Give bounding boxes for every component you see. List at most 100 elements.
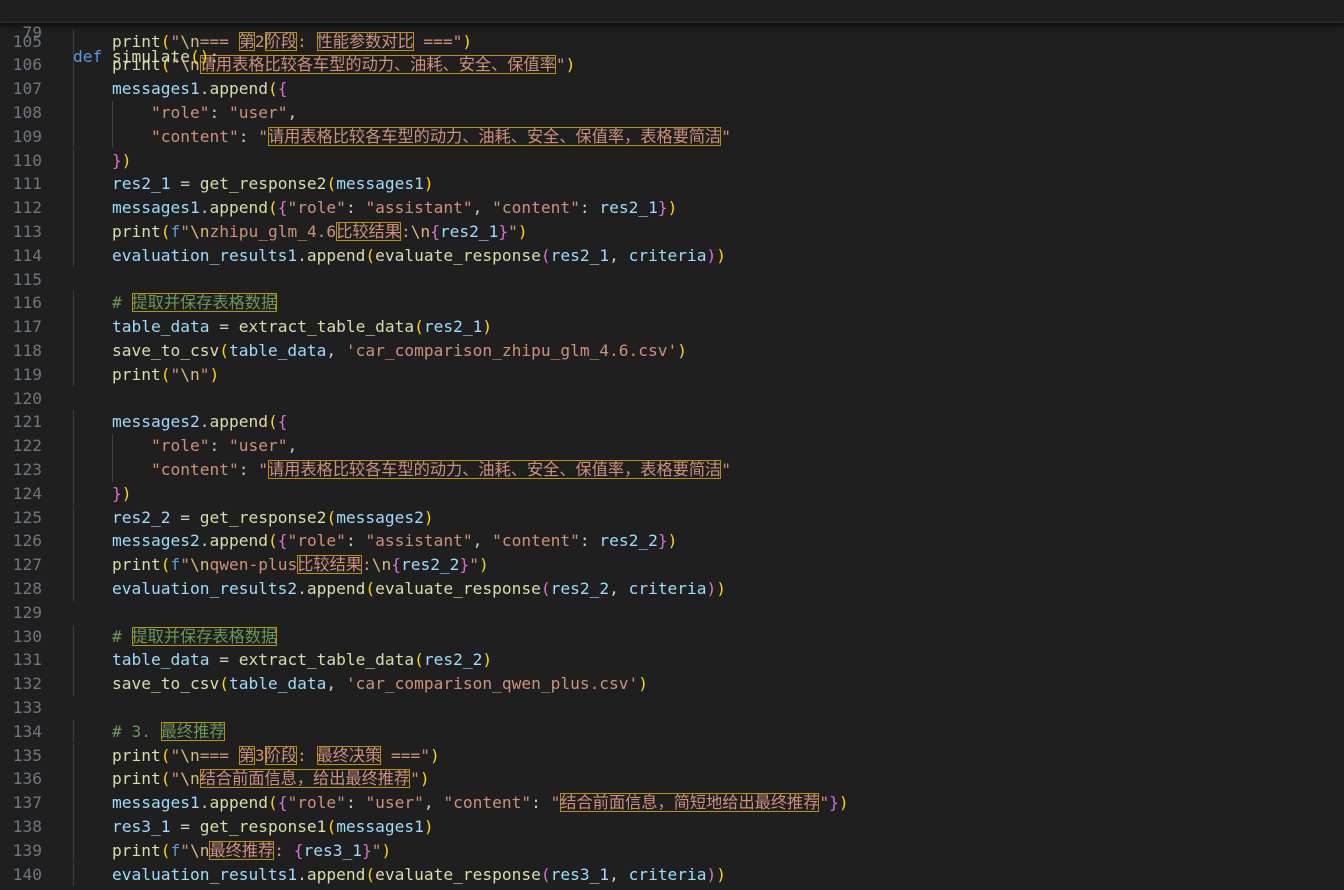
code-line[interactable]: 118 save_to_csv(table_data, 'car_compari… — [0, 338, 1344, 363]
code-text[interactable]: save_to_csv(table_data, 'car_comparison_… — [73, 672, 648, 696]
line-number: 130 — [12, 626, 42, 646]
line-number: 122 — [12, 436, 42, 456]
code-line[interactable]: 128 evaluation_results2.append(evaluate_… — [0, 576, 1344, 601]
code-line[interactable]: 119 print("\n") — [0, 362, 1344, 387]
code-text[interactable]: evaluation_results2.append(evaluate_resp… — [73, 577, 726, 601]
code-line[interactable]: 120 — [0, 387, 1344, 411]
code-line[interactable]: 114 evaluation_results1.append(evaluate_… — [0, 243, 1344, 268]
line-number: 111 — [12, 174, 42, 194]
code-line[interactable]: 138 res3_1 = get_response1(messages1) — [0, 814, 1344, 839]
code-text[interactable]: # 提取并保存表格数据 — [73, 625, 278, 649]
line-number: 115 — [12, 269, 42, 289]
code-text[interactable]: "role": "user", — [73, 101, 297, 125]
line-number: 126 — [12, 531, 42, 551]
code-text[interactable]: "content": "请用表格比较各车型的动力、油耗、安全、保值率，表格要简洁… — [73, 125, 731, 149]
code-text[interactable]: table_data = extract_table_data(res2_2) — [73, 648, 492, 672]
code-line[interactable]: 132 save_to_csv(table_data, 'car_compari… — [0, 672, 1344, 696]
code-text[interactable]: print("\n=== 第3阶段: 最终决策 ===") — [73, 744, 440, 768]
code-text[interactable]: res2_2 = get_response2(messages2) — [73, 506, 434, 530]
code-line[interactable]: 139 print(f"\n最终推荐: {res3_1}") — [0, 838, 1344, 863]
code-text[interactable]: print(f"\n最终推荐: {res3_1}") — [73, 839, 391, 863]
code-line[interactable]: 110 }) — [0, 148, 1344, 173]
code-line[interactable]: 115 — [0, 268, 1344, 292]
code-text[interactable]: "content": "请用表格比较各车型的动力、油耗、安全、保值率，表格要简洁… — [73, 458, 731, 482]
line-number: 120 — [12, 388, 42, 408]
sticky-scroll-header[interactable]: 79 def simulate(): — [0, 0, 1344, 66]
line-number: 138 — [12, 816, 42, 836]
code-text[interactable]: def simulate(): — [73, 45, 219, 69]
line-number: 140 — [12, 864, 42, 884]
line-number: 127 — [12, 555, 42, 575]
code-text[interactable]: messages1.append({"role": "user", "conte… — [73, 791, 849, 815]
line-number: 133 — [12, 697, 42, 717]
line-number: 118 — [12, 340, 42, 360]
code-text[interactable]: messages2.append({"role": "assistant", "… — [73, 529, 677, 553]
code-text[interactable]: print(f"\nzhipu_glm_4.6比较结果:\n{res2_1}") — [73, 220, 528, 244]
code-editor[interactable]: 79 def simulate(): 105 print("\n=== 第2阶段… — [0, 0, 1344, 890]
code-text[interactable]: evaluation_results1.append(evaluate_resp… — [73, 244, 726, 268]
line-number: 119 — [12, 364, 42, 384]
line-number: 129 — [12, 602, 42, 622]
code-line[interactable]: 123 "content": "请用表格比较各车型的动力、油耗、安全、保值率，表… — [0, 457, 1344, 482]
line-number: 125 — [12, 507, 42, 527]
code-text[interactable]: }) — [73, 149, 132, 173]
code-line[interactable]: 134 # 3. 最终推荐 — [0, 719, 1344, 744]
code-line[interactable]: 133 — [0, 696, 1344, 720]
code-text[interactable]: "role": "user", — [73, 434, 297, 458]
code-text[interactable]: print(f"\nqwen-plus比较结果:\n{res2_2}") — [73, 553, 489, 577]
code-text[interactable]: print("\n") — [73, 363, 219, 387]
code-line[interactable]: 140 evaluation_results1.append(evaluate_… — [0, 862, 1344, 887]
line-number: 131 — [12, 650, 42, 670]
line-number: 137 — [12, 793, 42, 813]
code-text[interactable]: evaluation_results1.append(evaluate_resp… — [73, 863, 726, 887]
code-line[interactable]: 126 messages2.append({"role": "assistant… — [0, 529, 1344, 554]
code-text[interactable]: messages1.append({"role": "assistant", "… — [73, 196, 677, 220]
code-text[interactable]: # 3. 最终推荐 — [73, 720, 226, 744]
sticky-scroll-line[interactable]: 79 def simulate(): — [0, 0, 1344, 66]
code-text[interactable]: res2_1 = get_response2(messages1) — [73, 172, 434, 196]
code-text[interactable]: save_to_csv(table_data, 'car_comparison_… — [73, 339, 687, 363]
line-number: 112 — [12, 198, 42, 218]
line-number: 124 — [12, 483, 42, 503]
code-line[interactable]: 111 res2_1 = get_response2(messages1) — [0, 172, 1344, 197]
line-number: 134 — [12, 721, 42, 741]
code-line[interactable]: 137 messages1.append({"role": "user", "c… — [0, 791, 1344, 815]
code-line[interactable]: 109 "content": "请用表格比较各车型的动力、油耗、安全、保值率，表… — [0, 124, 1344, 149]
line-number: 123 — [12, 459, 42, 479]
code-line[interactable]: 135 print("\n=== 第3阶段: 最终决策 ===") — [0, 743, 1344, 768]
code-text[interactable]: table_data = extract_table_data(res2_1) — [73, 315, 492, 339]
line-number: 79 — [22, 22, 43, 42]
code-line[interactable]: 112 messages1.append({"role": "assistant… — [0, 196, 1344, 220]
line-number: 114 — [12, 245, 42, 265]
line-number: 128 — [12, 578, 42, 598]
code-line[interactable]: 127 print(f"\nqwen-plus比较结果:\n{res2_2}") — [0, 553, 1344, 577]
code-text[interactable]: }) — [73, 482, 132, 506]
code-line[interactable]: 136 print("\n结合前面信息，给出最终推荐") — [0, 767, 1344, 792]
code-line[interactable]: 117 table_data = extract_table_data(res2… — [0, 315, 1344, 339]
code-text[interactable]: # 提取并保存表格数据 — [73, 291, 278, 315]
line-number: 116 — [12, 293, 42, 313]
line-number: 132 — [12, 674, 42, 694]
line-number: 139 — [12, 840, 42, 860]
line-number: 109 — [12, 126, 42, 146]
line-number: 121 — [12, 412, 42, 432]
line-number: 108 — [12, 102, 42, 122]
code-line[interactable]: 116 # 提取并保存表格数据 — [0, 291, 1344, 316]
line-number: 117 — [12, 317, 42, 337]
code-line[interactable]: 121 messages2.append({ — [0, 410, 1344, 435]
code-text[interactable]: messages2.append({ — [73, 410, 287, 434]
code-line[interactable]: 124 }) — [0, 481, 1344, 506]
code-line[interactable]: 113 print(f"\nzhipu_glm_4.6比较结果:\n{res2_… — [0, 219, 1344, 244]
line-number: 136 — [12, 769, 42, 789]
code-text[interactable]: messages1.append({ — [73, 77, 287, 101]
line-number: 113 — [12, 221, 42, 241]
code-line[interactable]: 125 res2_2 = get_response2(messages2) — [0, 505, 1344, 530]
code-text[interactable]: res3_1 = get_response1(messages1) — [73, 815, 434, 839]
code-line[interactable]: 129 — [0, 601, 1344, 625]
code-line[interactable]: 122 "role": "user", — [0, 434, 1344, 458]
code-line[interactable]: 130 # 提取并保存表格数据 — [0, 624, 1344, 649]
code-text[interactable]: print("\n结合前面信息，给出最终推荐") — [73, 767, 430, 791]
code-line[interactable]: 108 "role": "user", — [0, 100, 1344, 125]
code-line[interactable]: 107 messages1.append({ — [0, 77, 1344, 101]
code-line[interactable]: 131 table_data = extract_table_data(res2… — [0, 648, 1344, 673]
